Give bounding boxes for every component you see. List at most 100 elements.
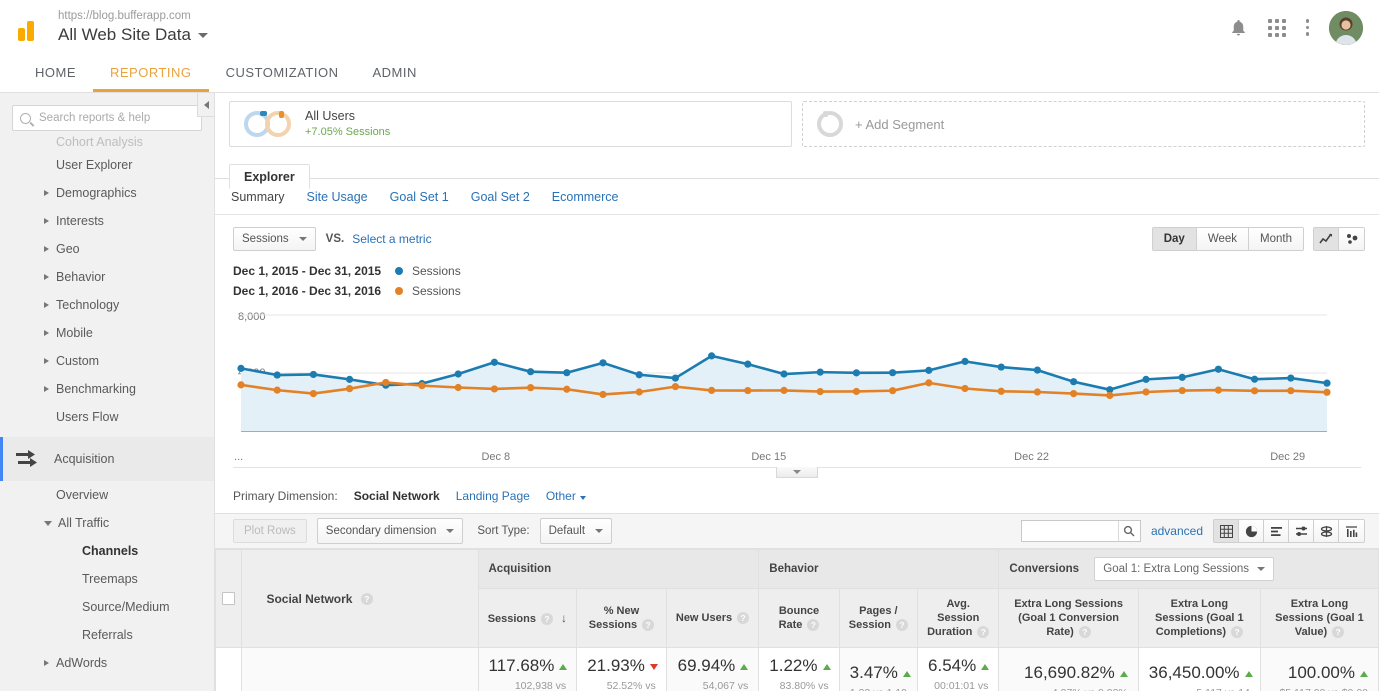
sidebar-nav-list: Cohort Analysis User Explorer Demographi… — [0, 133, 214, 677]
table-search-input[interactable] — [1022, 521, 1118, 541]
granularity-day[interactable]: Day — [1153, 228, 1197, 250]
performance-view-icon[interactable] — [1339, 520, 1364, 542]
primary-dimension-social-network[interactable]: Social Network — [354, 489, 440, 503]
column-goal1-completions[interactable]: Extra Long Sessions (Goal 1 Completions)… — [1138, 589, 1260, 648]
chevron-down-icon — [44, 521, 52, 526]
advanced-filter-link[interactable]: advanced — [1151, 524, 1203, 538]
primary-dimension-landing-page[interactable]: Landing Page — [456, 489, 530, 503]
tab-reporting[interactable]: REPORTING — [93, 55, 209, 92]
metric-select[interactable]: Sessions — [233, 227, 316, 251]
table-view-icon[interactable] — [1214, 520, 1239, 542]
sidebar-item-user-explorer[interactable]: User Explorer — [0, 151, 214, 179]
sessions-line-chart[interactable]: 8,000 4,000 — [233, 309, 1361, 449]
subtab-goal-set-2[interactable]: Goal Set 2 — [471, 190, 530, 204]
column-avg-session-duration[interactable]: Avg. Session Duration? — [918, 589, 999, 648]
help-icon[interactable]: ? — [737, 612, 749, 624]
sidebar-item-referrals[interactable]: Referrals — [0, 621, 214, 649]
plot-rows-button[interactable]: Plot Rows — [233, 519, 307, 543]
add-segment-button[interactable]: + Add Segment — [802, 101, 1365, 147]
secondary-dimension-select[interactable]: Secondary dimension — [317, 518, 464, 544]
column-pct-new-sessions[interactable]: % New Sessions? — [577, 589, 667, 648]
sidebar-item-treemaps[interactable]: Treemaps — [0, 565, 214, 593]
help-icon[interactable]: ? — [1332, 626, 1344, 638]
chevron-down-icon — [446, 529, 454, 533]
tab-explorer[interactable]: Explorer — [229, 164, 310, 189]
table-row[interactable]: 117.68% 102,938 vs 47,289 21.93% 52.52% … — [216, 648, 1379, 691]
bar-chart-view-icon[interactable] — [1264, 520, 1289, 542]
user-avatar[interactable] — [1329, 11, 1363, 45]
help-icon[interactable]: ? — [896, 619, 908, 631]
sidebar-item-cohort-analysis[interactable]: Cohort Analysis — [0, 133, 214, 151]
line-chart-icon[interactable] — [1314, 228, 1339, 250]
primary-dimension-label: Primary Dimension: — [233, 489, 338, 503]
segment-all-users[interactable]: All Users +7.05% Sessions — [229, 101, 792, 147]
column-sessions[interactable]: Sessions?↓ — [478, 589, 577, 648]
view-selector[interactable]: All Web Site Data — [58, 24, 208, 46]
sidebar-item-interests[interactable]: Interests — [0, 207, 214, 235]
tab-home[interactable]: HOME — [18, 55, 93, 92]
help-icon[interactable]: ? — [807, 619, 819, 631]
sidebar-item-geo[interactable]: Geo — [0, 235, 214, 263]
sidebar-item-all-traffic[interactable]: All Traffic — [0, 509, 214, 537]
sidebar-collapse-button[interactable] — [197, 93, 214, 117]
subtab-goal-set-1[interactable]: Goal Set 1 — [390, 190, 449, 204]
subtab-summary[interactable]: Summary — [231, 190, 284, 204]
sidebar-item-source-medium[interactable]: Source/Medium — [0, 593, 214, 621]
apps-grid-icon[interactable] — [1268, 19, 1286, 37]
tab-customization[interactable]: CUSTOMIZATION — [209, 55, 356, 92]
column-label: Sessions — [488, 613, 536, 625]
granularity-group: Day Week Month — [1152, 227, 1304, 251]
sidebar-item-users-flow[interactable]: Users Flow — [0, 403, 214, 431]
tab-admin[interactable]: ADMIN — [355, 55, 433, 92]
trend-down-icon — [650, 664, 658, 670]
motion-chart-icon[interactable] — [1339, 228, 1364, 250]
column-pages-per-session[interactable]: Pages / Session? — [839, 589, 917, 648]
chart-collapse-button[interactable] — [776, 467, 818, 478]
notifications-bell-icon[interactable] — [1229, 18, 1248, 37]
pivot-view-icon[interactable] — [1314, 520, 1339, 542]
sidebar-item-overview[interactable]: Overview — [0, 481, 214, 509]
sidebar-item-adwords[interactable]: AdWords — [0, 649, 214, 677]
primary-dimension-other[interactable]: Other — [546, 489, 586, 503]
help-icon[interactable]: ? — [1231, 626, 1243, 638]
segment-donut-orange-icon — [265, 111, 291, 137]
column-label: New Users — [676, 612, 732, 624]
help-icon[interactable]: ? — [642, 619, 654, 631]
cell-value: 16,690.82% — [999, 655, 1137, 687]
select-metric-link[interactable]: Select a metric — [352, 232, 431, 246]
pie-chart-view-icon[interactable] — [1239, 520, 1264, 542]
column-label: % New Sessions — [589, 605, 639, 631]
comparison-view-icon[interactable] — [1289, 520, 1314, 542]
sidebar-item-technology[interactable]: Technology — [0, 291, 214, 319]
legend-date-range: Dec 1, 2015 - Dec 31, 2015 — [233, 264, 383, 278]
goal-select[interactable]: Goal 1: Extra Long Sessions — [1094, 557, 1274, 581]
sidebar-item-custom[interactable]: Custom — [0, 347, 214, 375]
sidebar-item-mobile[interactable]: Mobile — [0, 319, 214, 347]
sort-type-select[interactable]: Default — [540, 518, 612, 544]
search-input[interactable] — [37, 111, 194, 125]
table-search-box[interactable] — [1021, 520, 1141, 542]
help-icon[interactable]: ? — [541, 613, 553, 625]
subtab-site-usage[interactable]: Site Usage — [306, 190, 367, 204]
sidebar-item-channels[interactable]: Channels — [0, 537, 214, 565]
sidebar-item-benchmarking[interactable]: Benchmarking — [0, 375, 214, 403]
sidebar-item-demographics[interactable]: Demographics — [0, 179, 214, 207]
search-box[interactable] — [12, 105, 202, 131]
search-icon[interactable] — [1118, 521, 1140, 541]
select-all-checkbox[interactable] — [222, 592, 235, 605]
help-icon[interactable]: ? — [1079, 626, 1091, 638]
sidebar-section-acquisition[interactable]: Acquisition — [0, 437, 214, 481]
granularity-week[interactable]: Week — [1197, 228, 1249, 250]
column-bounce-rate[interactable]: Bounce Rate? — [759, 589, 839, 648]
sidebar-item-behavior[interactable]: Behavior — [0, 263, 214, 291]
help-icon[interactable]: ? — [361, 593, 373, 605]
help-icon[interactable]: ? — [977, 626, 989, 638]
column-new-users[interactable]: New Users? — [666, 589, 759, 648]
subtab-ecommerce[interactable]: Ecommerce — [552, 190, 619, 204]
more-options-icon[interactable] — [1306, 19, 1310, 36]
dimension-header[interactable]: Social Network ? — [242, 550, 478, 648]
granularity-month[interactable]: Month — [1249, 228, 1303, 250]
column-goal1-conversion-rate[interactable]: Extra Long Sessions (Goal 1 Conversion R… — [999, 589, 1138, 648]
goal-select-value: Goal 1: Extra Long Sessions — [1103, 563, 1249, 575]
column-goal1-value[interactable]: Extra Long Sessions (Goal 1 Value)? — [1260, 589, 1378, 648]
